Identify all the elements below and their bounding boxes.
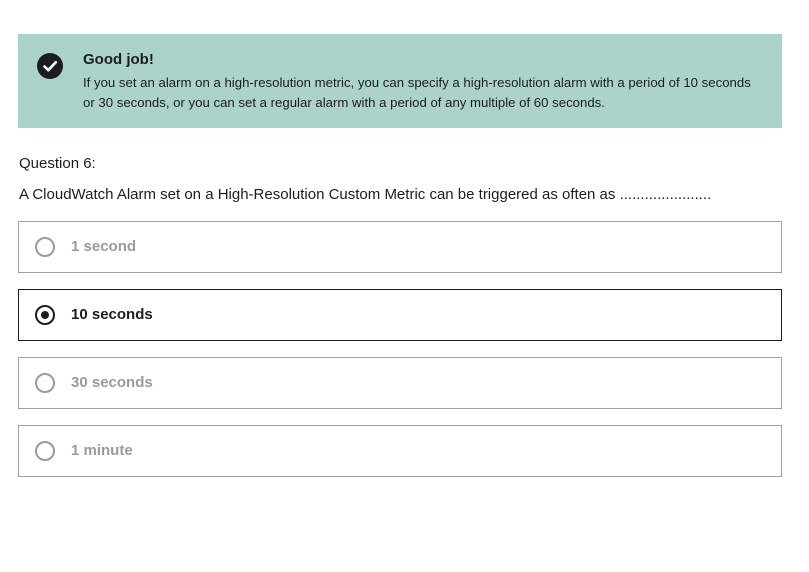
radio-button[interactable]: [35, 441, 55, 461]
answer-option-1[interactable]: 1 second: [18, 221, 782, 273]
feedback-banner: Good job! If you set an alarm on a high-…: [18, 34, 782, 128]
answer-label: 1 second: [71, 238, 137, 255]
radio-button-selected[interactable]: [35, 305, 55, 325]
radio-button[interactable]: [35, 237, 55, 257]
feedback-title: Good job!: [83, 51, 154, 68]
question-prompt: A CloudWatch Alarm set on a High-Resolut…: [19, 186, 712, 203]
answer-option-3[interactable]: 30 seconds: [18, 357, 782, 409]
answer-option-2[interactable]: 10 seconds: [18, 289, 782, 341]
answer-label: 1 minute: [71, 442, 133, 459]
feedback-explanation: If you set an alarm on a high-resolution…: [83, 75, 751, 110]
check-circle-icon: [37, 53, 63, 79]
question-number: Question 6:: [19, 155, 96, 172]
radio-selected-dot: [41, 311, 49, 319]
answer-option-4[interactable]: 1 minute: [18, 425, 782, 477]
answer-label: 10 seconds: [71, 306, 153, 323]
answer-label: 30 seconds: [71, 374, 153, 391]
radio-button[interactable]: [35, 373, 55, 393]
